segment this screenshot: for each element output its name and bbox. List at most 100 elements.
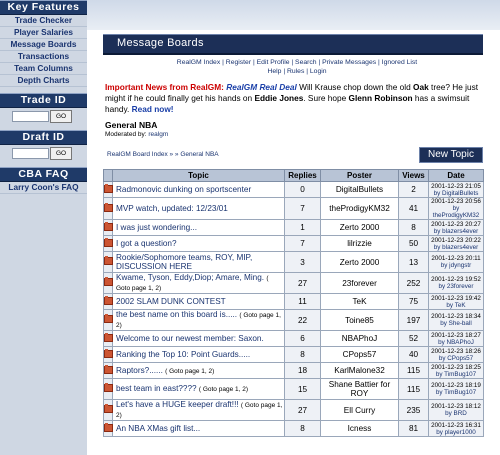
views-cell: 252 [398,272,429,294]
topic-folder-icon [103,235,113,252]
topic-link[interactable]: the best name on this board is..... [116,310,237,319]
last-post-by[interactable]: by TimBug107 [429,371,483,378]
replies-cell: 7 [284,235,321,252]
topic-link[interactable]: best team in east???? [116,384,197,393]
poster-link[interactable]: Zerto 2000 [320,251,399,273]
draft-id-input[interactable] [12,148,49,159]
topic-cell: Kwame, Tyson, Eddy,Diop; Amare, Ming. ( … [112,272,285,294]
last-post-date: 2001-12-23 20:56 [431,198,481,205]
topic-link[interactable]: Rookie/Sophomore teams, ROY, MIP, DISCUS… [116,253,252,271]
table-row: Radmonovic dunking on sportscenter 0 Digi… [103,181,484,198]
header-icon-col [103,169,113,182]
sidebar-link-team-columns[interactable]: Team Columns [0,63,87,75]
topic-link[interactable]: Kwame, Tyson, Eddy,Diop; Amare, Ming. [116,273,264,282]
page-title: Message Boards [117,37,204,49]
news-title-link[interactable]: RealGM Real Deal [226,82,297,92]
last-post-by[interactable]: by player1000 [429,429,483,436]
moderated-label: Moderated by: [105,131,149,138]
forum-title: General NBA [105,120,158,130]
board-nav-links[interactable]: RealGM Index | Register | Edit Profile |… [147,58,447,76]
news-bold-3: Glenn Robinson [348,93,413,103]
poster-link[interactable]: Shane Battier for ROY [320,378,399,400]
topic-cell: Welcome to our newest member: Saxon. [112,330,285,347]
last-post-cell: 2001-12-23 20:56 by theProdigyKM32 [428,197,484,220]
poster-link[interactable]: 23forever [320,272,399,294]
replies-cell: 7 [284,197,321,220]
poster-link[interactable]: Zerto 2000 [320,219,399,236]
topic-link[interactable]: Raptors?...... [116,366,163,375]
sidebar-link-trade-checker[interactable]: Trade Checker [0,15,87,27]
last-post-by[interactable]: by CPops57 [429,355,483,362]
last-post-cell: 2001-12-23 16:31 by player1000 [428,420,484,437]
sidebar-link-transactions[interactable]: Transactions [0,51,87,63]
topics-table: Topic Replies Poster Views Date Radmonov… [103,169,484,437]
topic-link[interactable]: Welcome to our newest member: Saxon. [116,334,264,343]
board-nav-line-1[interactable]: RealGM Index | Register | Edit Profile |… [147,58,447,67]
poster-link[interactable]: NBAPhoJ [320,330,399,347]
poster-link[interactable]: CPops57 [320,346,399,363]
trade-id-input[interactable] [12,111,49,122]
topic-link[interactable]: I got a question? [116,239,177,248]
last-post-by[interactable]: by She-ball [429,320,483,327]
replies-cell: 8 [284,420,321,437]
last-post-cell: 2001-12-23 18:19 by TimBug107 [428,378,484,400]
last-post-by[interactable]: by 23forever [429,283,483,290]
read-now-link[interactable]: Read now! [132,104,174,114]
replies-cell: 15 [284,378,321,400]
draft-id-go-button[interactable]: GO [50,147,72,160]
poster-link[interactable]: theProdigyKM32 [320,197,399,220]
topic-link[interactable]: 2002 SLAM DUNK CONTEST [116,297,226,306]
topic-link[interactable]: Ranking the Top 10: Point Guards..... [116,350,250,359]
last-post-by[interactable]: by TimBug107 [429,389,483,396]
topic-link[interactable]: An NBA XMas gift list... [116,424,200,433]
poster-link[interactable]: Icness [320,420,399,437]
last-post-by[interactable]: by NBAPhoJ [429,339,483,346]
key-features-heading: Key Features [0,0,87,15]
topic-link[interactable]: Radmonovic dunking on sportscenter [116,185,251,194]
topic-cell: Raptors?...... ( Goto page 1, 2) [112,362,285,379]
poster-link[interactable]: TeK [320,293,399,310]
last-post-by[interactable]: by BRD [429,410,483,417]
last-post-by[interactable]: by theProdigyKM32 [429,205,483,219]
table-row: 2002 SLAM DUNK CONTEST 11 TeK 75 2001-12-23… [103,293,484,310]
last-post-date: 2001-12-23 19:52 [431,276,481,283]
last-post-date: 2001-12-23 21:05 [431,182,481,190]
news-bold-1: Oak [413,82,429,92]
views-cell: 197 [398,309,429,331]
trade-id-go-button[interactable]: GO [50,110,72,123]
poster-link[interactable]: KarlMalone32 [320,362,399,379]
breadcrumb[interactable]: RealGM Board Index » » General NBA [107,151,219,158]
topic-link[interactable]: I was just wondering... [116,223,197,232]
moderator-link[interactable]: realgm [148,131,168,138]
last-post-date: 2001-12-23 18:25 [431,363,481,371]
last-post-by[interactable]: by DigitalBullets [429,190,483,197]
sidebar-link-player-salaries[interactable]: Player Salaries [0,27,87,39]
last-post-by[interactable]: by TeK [429,302,483,309]
sidebar-link-larry-coon-faq[interactable]: Larry Coon's FAQ [0,182,87,194]
topic-pages[interactable]: ( Goto page 1, 2) [199,386,248,393]
sidebar-link-message-boards[interactable]: Message Boards [0,39,87,51]
topic-link[interactable]: Let's have a HUGE keeper draft!!! [116,400,239,409]
poster-link[interactable]: DigitalBullets [320,181,399,198]
sidebar-link-depth-charts[interactable]: Depth Charts [0,75,87,87]
last-post-by[interactable]: by jdyngstr [429,262,483,269]
poster-link[interactable]: Toine85 [320,309,399,331]
header-poster: Poster [320,169,399,182]
last-post-by[interactable]: by blazers4ever [429,244,483,251]
replies-cell: 27 [284,272,321,294]
views-cell: 115 [398,378,429,400]
topic-link[interactable]: MVP watch, updated: 12/23/01 [116,204,228,213]
topic-pages[interactable]: ( Goto page 1, 2) [165,368,214,375]
new-topic-button[interactable]: New Topic [419,147,483,163]
views-cell: 75 [398,293,429,310]
topic-folder-icon [103,272,113,294]
views-cell: 8 [398,219,429,236]
views-cell: 52 [398,330,429,347]
board-nav-line-2[interactable]: Help | Rules | Login [147,67,447,76]
last-post-by[interactable]: by blazers4ever [429,228,483,235]
last-post-date: 2001-12-23 18:34 [431,313,481,320]
last-post-cell: 2001-12-23 18:25 by TimBug107 [428,362,484,379]
poster-link[interactable]: Ell Curry [320,399,399,421]
replies-cell: 8 [284,346,321,363]
poster-link[interactable]: lilrizzie [320,235,399,252]
